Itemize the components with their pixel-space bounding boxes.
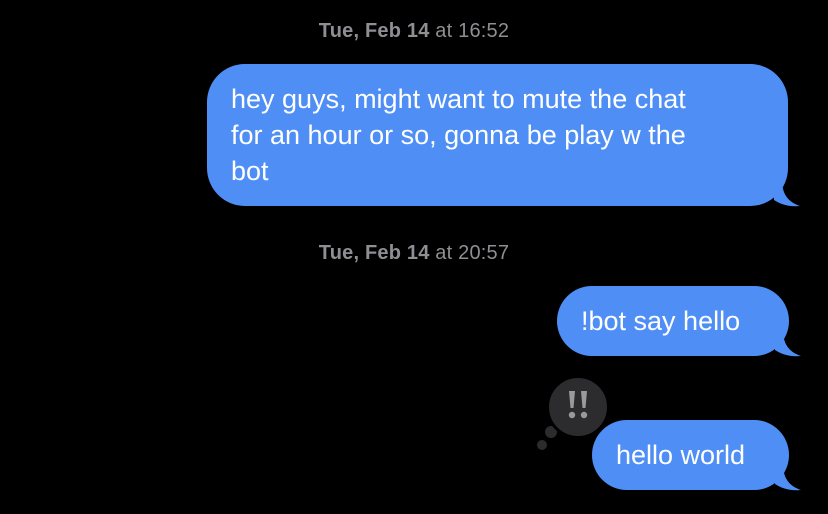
timestamp-time: 20:57 [458, 242, 510, 264]
bubble-tail [774, 180, 802, 208]
timestamp-time: 16:52 [458, 20, 510, 42]
timestamp-at: at [435, 20, 453, 42]
message-line: bot [231, 156, 269, 186]
message-bubble-outgoing[interactable]: hey guys, might want to mute the chat fo… [207, 64, 788, 206]
double-exclamation-icon [564, 388, 592, 427]
bubble-tail [775, 330, 803, 358]
message-line: hello world [616, 440, 746, 470]
tapback-reaction[interactable] [546, 375, 610, 439]
message-bubble-outgoing[interactable]: hello world [592, 420, 789, 490]
timestamp-day: Tue, Feb 14 [318, 242, 430, 264]
timestamp-header: Tue, Feb 14 at 16:52 [0, 20, 828, 43]
bubble-tail [775, 464, 803, 492]
reaction-tail-dot [537, 440, 547, 450]
timestamp-at: at [435, 242, 453, 264]
timestamp-header: Tue, Feb 14 at 20:57 [0, 242, 828, 265]
message-line: for an hour or so, gonna be play w the [231, 120, 686, 150]
conversation-view: Tue, Feb 14 at 16:52 hey guys, might wan… [0, 0, 828, 514]
timestamp-day: Tue, Feb 14 [318, 20, 430, 42]
message-bubble-outgoing[interactable]: !bot say hello [557, 286, 789, 356]
message-line: hey guys, might want to mute the chat [231, 84, 686, 114]
message-line: !bot say hello [581, 306, 741, 336]
